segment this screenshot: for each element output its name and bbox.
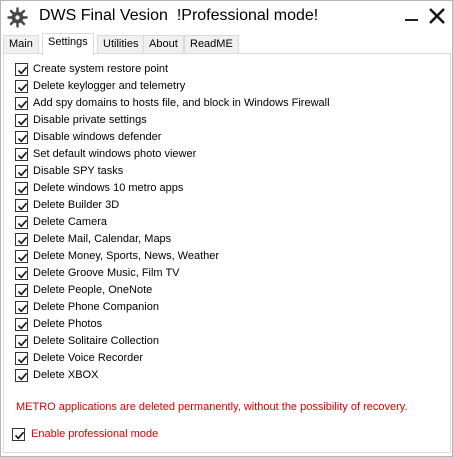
- option-checkbox[interactable]: [15, 335, 28, 348]
- option-label: Delete Groove Music, Film TV: [33, 267, 180, 279]
- checkmark-icon: [17, 321, 28, 330]
- settings-option-row[interactable]: Delete Groove Music, Film TV: [15, 265, 415, 282]
- tab-settings[interactable]: Settings: [42, 33, 94, 55]
- option-checkbox[interactable]: [15, 233, 28, 246]
- option-label: Delete Phone Companion: [33, 301, 159, 313]
- tab-main[interactable]: Main: [3, 35, 39, 54]
- option-label: Delete Money, Sports, News, Weather: [33, 250, 220, 262]
- option-checkbox[interactable]: [15, 131, 28, 144]
- option-checkbox[interactable]: [15, 318, 28, 331]
- option-checkbox[interactable]: [15, 250, 28, 263]
- app-window: DWS Final Vesion !Professional mode! Mai…: [0, 0, 453, 457]
- option-label: Disable windows defender: [33, 131, 162, 143]
- checkmark-icon: [14, 431, 25, 440]
- dws-app-icon: [7, 7, 28, 28]
- professional-mode-checkbox[interactable]: [12, 428, 25, 441]
- close-icon[interactable]: [428, 7, 446, 25]
- option-checkbox[interactable]: [15, 148, 28, 161]
- settings-option-row[interactable]: Create system restore point: [15, 61, 415, 78]
- checkmark-icon: [17, 66, 28, 75]
- settings-option-row[interactable]: Delete Solitaire Collection: [15, 333, 415, 350]
- option-checkbox[interactable]: [15, 182, 28, 195]
- option-checkbox[interactable]: [15, 301, 28, 314]
- settings-option-row[interactable]: Delete Voice Recorder: [15, 350, 415, 367]
- minimize-icon[interactable]: [403, 9, 421, 27]
- option-label: Disable SPY tasks: [33, 165, 124, 177]
- option-checkbox[interactable]: [15, 284, 28, 297]
- metro-warning-text: METRO applications are deleted permanent…: [16, 401, 408, 413]
- option-checkbox[interactable]: [15, 114, 28, 127]
- checkmark-icon: [17, 83, 28, 92]
- settings-option-row[interactable]: Add spy domains to hosts file, and block…: [15, 95, 415, 112]
- settings-option-row[interactable]: Disable SPY tasks: [15, 163, 415, 180]
- settings-option-row[interactable]: Delete People, OneNote: [15, 282, 415, 299]
- checkmark-icon: [17, 134, 28, 143]
- settings-option-row[interactable]: Delete Mail, Calendar, Maps: [15, 231, 415, 248]
- option-checkbox[interactable]: [15, 97, 28, 110]
- option-label: Delete Mail, Calendar, Maps: [33, 233, 172, 245]
- settings-panel: Create system restore point Delete keylog…: [3, 53, 451, 453]
- checkmark-icon: [17, 304, 28, 313]
- option-checkbox[interactable]: [15, 352, 28, 365]
- option-checkbox[interactable]: [15, 369, 28, 382]
- option-label: Delete Camera: [33, 216, 107, 228]
- tab-bar: Main Settings Utilities About ReadME: [3, 33, 452, 55]
- checkmark-icon: [17, 338, 28, 347]
- tab-readme[interactable]: ReadME: [184, 35, 239, 54]
- settings-option-row[interactable]: Delete windows 10 metro apps: [15, 180, 415, 197]
- settings-option-row[interactable]: Delete XBOX: [15, 367, 415, 384]
- option-label: Delete Voice Recorder: [33, 352, 144, 364]
- tab-about[interactable]: About: [143, 35, 184, 54]
- settings-option-row[interactable]: Delete Camera: [15, 214, 415, 231]
- checkmark-icon: [17, 270, 28, 279]
- option-checkbox[interactable]: [15, 199, 28, 212]
- option-label: Set default windows photo viewer: [33, 148, 197, 160]
- checkmark-icon: [17, 117, 28, 126]
- checkmark-icon: [17, 253, 28, 262]
- option-label: Create system restore point: [33, 63, 169, 75]
- settings-option-row[interactable]: Delete Builder 3D: [15, 197, 415, 214]
- option-checkbox[interactable]: [15, 165, 28, 178]
- option-checkbox[interactable]: [15, 63, 28, 76]
- option-checkbox[interactable]: [15, 216, 28, 229]
- title-bar[interactable]: DWS Final Vesion !Professional mode!: [1, 1, 452, 33]
- professional-mode-row[interactable]: Enable professional mode: [12, 426, 312, 443]
- option-label: Delete Builder 3D: [33, 199, 120, 211]
- settings-option-row[interactable]: Delete Photos: [15, 316, 415, 333]
- checkmark-icon: [17, 287, 28, 296]
- checkmark-icon: [17, 236, 28, 245]
- tab-utilities[interactable]: Utilities: [97, 35, 145, 54]
- option-checkbox[interactable]: [15, 267, 28, 280]
- settings-option-row[interactable]: Delete Money, Sports, News, Weather: [15, 248, 415, 265]
- checkmark-icon: [17, 372, 28, 381]
- option-checkbox[interactable]: [15, 80, 28, 93]
- professional-mode-label: Enable professional mode: [31, 428, 159, 440]
- option-label: Delete XBOX: [33, 369, 99, 381]
- checkmark-icon: [17, 202, 28, 211]
- option-label: Delete Photos: [33, 318, 103, 330]
- option-label: Add spy domains to hosts file, and block…: [33, 97, 330, 109]
- window-title: DWS Final Vesion !Professional mode!: [39, 7, 319, 24]
- settings-option-row[interactable]: Disable windows defender: [15, 129, 415, 146]
- option-label: Delete keylogger and telemetry: [33, 80, 186, 92]
- checkmark-icon: [17, 185, 28, 194]
- option-label: Delete Solitaire Collection: [33, 335, 159, 347]
- option-label: Disable private settings: [33, 114, 147, 126]
- option-label: Delete windows 10 metro apps: [33, 182, 184, 194]
- settings-option-row[interactable]: Delete keylogger and telemetry: [15, 78, 415, 95]
- settings-option-list: Create system restore point Delete keylog…: [15, 61, 415, 384]
- settings-option-row[interactable]: Set default windows photo viewer: [15, 146, 415, 163]
- checkmark-icon: [17, 100, 28, 109]
- checkmark-icon: [17, 219, 28, 228]
- checkmark-icon: [17, 355, 28, 364]
- settings-option-row[interactable]: Disable private settings: [15, 112, 415, 129]
- checkmark-icon: [17, 168, 28, 177]
- settings-option-row[interactable]: Delete Phone Companion: [15, 299, 415, 316]
- checkmark-icon: [17, 151, 28, 160]
- option-label: Delete People, OneNote: [33, 284, 153, 296]
